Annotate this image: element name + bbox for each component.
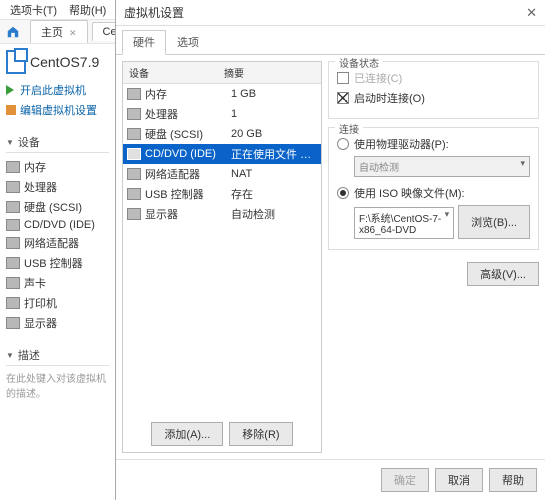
device-icon	[6, 277, 20, 289]
tab-home-label: 主页	[41, 27, 63, 39]
hardware-row[interactable]: 硬盘 (SCSI)20 GB	[123, 124, 321, 144]
hw-name: 内存	[145, 86, 231, 102]
connect-on-power-checkbox[interactable]	[337, 92, 349, 104]
device-icon	[6, 317, 20, 329]
hw-icon	[127, 168, 141, 180]
device-icon	[6, 201, 20, 213]
hw-name: 硬盘 (SCSI)	[145, 126, 231, 142]
tab-options[interactable]: 选项	[166, 30, 210, 54]
device-label: USB 控制器	[24, 255, 83, 271]
browse-button[interactable]: 浏览(B)...	[458, 205, 530, 239]
power-on-link[interactable]: 开启此虚拟机	[6, 80, 109, 100]
device-item[interactable]: CD/DVD (IDE)	[6, 217, 109, 233]
remove-button[interactable]: 移除(R)	[229, 422, 292, 446]
hw-value: 自动检测	[231, 206, 317, 222]
device-label: 网络适配器	[24, 235, 79, 251]
device-icon	[6, 181, 20, 193]
cancel-button[interactable]: 取消	[435, 468, 483, 492]
device-label: 声卡	[24, 275, 46, 291]
menu-help[interactable]: 帮助(H)	[63, 0, 112, 20]
close-button[interactable]: ✕	[526, 5, 537, 21]
hw-name: 显示器	[145, 206, 231, 222]
hw-name: CD/DVD (IDE)	[145, 148, 231, 160]
connect-on-power-label: 启动时连接(O)	[354, 90, 425, 106]
hw-icon	[127, 188, 141, 200]
hardware-row[interactable]: CD/DVD (IDE)正在使用文件 F:\系统\CentO...	[123, 144, 321, 164]
advanced-button[interactable]: 高级(V)...	[467, 262, 539, 286]
connected-checkbox	[337, 72, 349, 84]
hw-value: 1	[231, 108, 317, 120]
device-icon	[6, 237, 20, 249]
add-button[interactable]: 添加(A)...	[151, 422, 223, 446]
hw-name: 网络适配器	[145, 166, 231, 182]
menu-card[interactable]: 选项卡(T)	[4, 0, 63, 20]
hardware-row[interactable]: 显示器自动检测	[123, 204, 321, 224]
col-summary: 摘要	[218, 62, 250, 83]
hw-name: USB 控制器	[145, 186, 231, 202]
col-device: 设备	[123, 62, 218, 83]
device-icon	[6, 219, 20, 231]
hw-icon	[127, 88, 141, 100]
device-item[interactable]: 内存	[6, 157, 109, 177]
edit-vm-link[interactable]: 编辑虚拟机设置	[6, 100, 109, 120]
hw-value: 存在	[231, 186, 317, 202]
hw-name: 处理器	[145, 106, 231, 122]
tab-hardware[interactable]: 硬件	[122, 30, 166, 55]
connection-group: 连接	[335, 121, 363, 136]
iso-path-field[interactable]: F:\系统\CentOS-7-x86_64-DVD	[354, 207, 454, 239]
device-status-group: 设备状态	[335, 55, 383, 70]
device-item[interactable]: 网络适配器	[6, 233, 109, 253]
hw-value: NAT	[231, 168, 317, 180]
iso-label: 使用 ISO 映像文件(M):	[354, 185, 465, 201]
device-item[interactable]: 打印机	[6, 293, 109, 313]
device-item[interactable]: USB 控制器	[6, 253, 109, 273]
dialog-title: 虚拟机设置	[124, 4, 184, 21]
hw-icon	[127, 108, 141, 120]
device-label: 打印机	[24, 295, 57, 311]
description-placeholder[interactable]: 在此处键入对该虚拟机的描述。	[6, 370, 109, 400]
device-item[interactable]: 硬盘 (SCSI)	[6, 197, 109, 217]
device-icon	[6, 297, 20, 309]
physical-drive-radio[interactable]	[337, 138, 349, 150]
hw-icon	[127, 128, 141, 140]
hardware-row[interactable]: 内存1 GB	[123, 84, 321, 104]
device-label: 处理器	[24, 179, 57, 195]
device-item[interactable]: 处理器	[6, 177, 109, 197]
hardware-row[interactable]: USB 控制器存在	[123, 184, 321, 204]
hw-value: 1 GB	[231, 88, 317, 100]
tab-home[interactable]: 主页 ✕	[30, 20, 88, 43]
close-icon[interactable]: ✕	[69, 28, 77, 38]
device-label: 内存	[24, 159, 46, 175]
device-icon	[6, 161, 20, 173]
connected-label: 已连接(C)	[354, 70, 402, 86]
vm-title: CentOS7.9	[30, 54, 99, 70]
ok-button[interactable]: 确定	[381, 468, 429, 492]
hw-icon	[127, 208, 141, 220]
hardware-row[interactable]: 处理器1	[123, 104, 321, 124]
desc-heading: 描述	[18, 347, 40, 363]
chevron-down-icon[interactable]: ▼	[6, 138, 14, 147]
hw-icon	[127, 148, 141, 160]
physical-drive-select: 自动检测	[354, 156, 530, 177]
device-item[interactable]: 声卡	[6, 273, 109, 293]
home-icon[interactable]	[6, 25, 20, 39]
hw-value: 20 GB	[231, 128, 317, 140]
device-item[interactable]: 显示器	[6, 313, 109, 333]
devices-heading: 设备	[18, 134, 40, 150]
hw-value: 正在使用文件 F:\系统\CentO...	[231, 146, 317, 162]
vm-icon	[6, 50, 26, 74]
chevron-down-icon[interactable]: ▼	[6, 351, 14, 360]
device-label: 显示器	[24, 315, 57, 331]
device-icon	[6, 257, 20, 269]
hardware-row[interactable]: 网络适配器NAT	[123, 164, 321, 184]
device-label: CD/DVD (IDE)	[24, 219, 95, 231]
iso-radio[interactable]	[337, 187, 349, 199]
device-label: 硬盘 (SCSI)	[24, 199, 82, 215]
help-button[interactable]: 帮助	[489, 468, 537, 492]
physical-drive-label: 使用物理驱动器(P):	[354, 136, 449, 152]
